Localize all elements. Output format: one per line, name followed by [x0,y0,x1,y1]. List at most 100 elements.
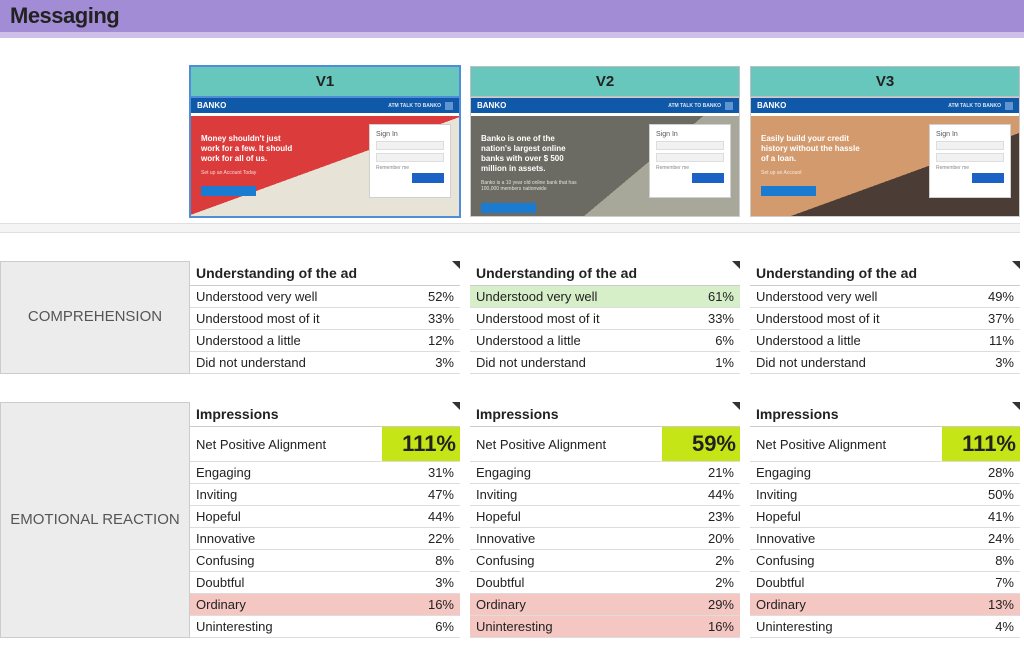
metric-label: Understood very well [196,289,406,304]
metric-label: Confusing [476,553,686,568]
metric-row: Did not understand3% [750,352,1020,374]
metric-row: Hopeful44% [190,506,460,528]
nav-text: ATM TALK TO BANKO [948,102,1013,110]
metric-value: 33% [406,311,454,326]
npa-row: Net Positive Alignment111% [750,427,1020,462]
metric-row: Ordinary13% [750,594,1020,616]
metric-row: Innovative24% [750,528,1020,550]
metric-value: 11% [966,333,1014,348]
metric-value: 41% [966,509,1014,524]
metric-label: Understood a little [756,333,966,348]
metric-value: 49% [966,289,1014,304]
metric-label: Inviting [756,487,966,502]
metric-value: 33% [686,311,734,326]
metric-value: 61% [686,289,734,304]
metric-label: Did not understand [476,355,686,370]
metric-value: 2% [686,575,734,590]
metric-label: Engaging [756,465,966,480]
thumbnail-v2[interactable]: BANKO ATM TALK TO BANKO Banko is one of … [470,97,740,217]
hero-tagline: Money shouldn't just work for a few. It … [191,116,301,216]
metric-label: Understood most of it [476,311,686,326]
metric-row: Uninteresting16% [470,616,740,638]
metric-row: Understood a little11% [750,330,1020,352]
section-header: Understanding of the ad [190,261,460,286]
metric-row: Confusing8% [190,550,460,572]
metric-value: 28% [966,465,1014,480]
metric-value: 23% [686,509,734,524]
metric-value: 47% [406,487,454,502]
metric-label: Hopeful [196,509,406,524]
metric-value: 6% [406,619,454,634]
signin-card: Sign In Remember me [369,124,451,198]
npa-value: 111% [942,427,1020,461]
metric-value: 21% [686,465,734,480]
metric-row: Doubtful2% [470,572,740,594]
metric-row: Understood most of it33% [190,308,460,330]
metric-label: Doubtful [756,575,966,590]
metric-label: Inviting [196,487,406,502]
metric-label: Innovative [476,531,686,546]
metric-value: 50% [966,487,1014,502]
metric-row: Understood a little6% [470,330,740,352]
metric-label: Inviting [476,487,686,502]
metric-row: Innovative20% [470,528,740,550]
npa-value: 111% [382,427,460,461]
row-label-emotional: EMOTIONAL REACTION [0,402,190,638]
metric-row: Understood a little12% [190,330,460,352]
metric-label: Hopeful [756,509,966,524]
metric-label: Innovative [196,531,406,546]
section-header: Impressions [190,402,460,427]
metric-row: Did not understand1% [470,352,740,374]
metric-label: Understood very well [756,289,966,304]
metric-row: Hopeful41% [750,506,1020,528]
brand-logo: BANKO [197,101,226,110]
metric-row: Understood very well49% [750,286,1020,308]
metric-row: Understood very well52% [190,286,460,308]
metric-label: Doubtful [196,575,406,590]
variant-header-v1[interactable]: V1 [190,66,460,97]
metric-row: Hopeful23% [470,506,740,528]
signin-card: Sign In Remember me [649,124,731,198]
cta-button [481,203,536,213]
section-header: Understanding of the ad [470,261,740,286]
metric-label: Doubtful [476,575,686,590]
npa-value: 59% [662,427,740,461]
brand-logo: BANKO [757,101,786,110]
metric-value: 22% [406,531,454,546]
metric-label: Understood a little [476,333,686,348]
metric-value: 16% [406,597,454,612]
nav-text: ATM TALK TO BANKO [668,102,733,110]
metric-value: 2% [686,553,734,568]
metric-row: Did not understand3% [190,352,460,374]
cta-button [201,186,256,196]
metric-value: 8% [966,553,1014,568]
metric-row: Inviting44% [470,484,740,506]
hero-tagline: Banko is one of the nation's largest onl… [471,116,581,216]
metric-label: Ordinary [196,597,406,612]
variant-header-v2[interactable]: V2 [470,66,740,97]
metric-value: 24% [966,531,1014,546]
thumbnail-v1[interactable]: BANKO ATM TALK TO BANKO Money shouldn't … [190,97,460,217]
metric-value: 3% [406,355,454,370]
variant-header-v3[interactable]: V3 [750,66,1020,97]
brand-logo: BANKO [477,101,506,110]
metric-label: Understood a little [196,333,406,348]
metric-value: 3% [966,355,1014,370]
metric-row: Inviting47% [190,484,460,506]
metric-value: 8% [406,553,454,568]
signin-card: Sign In Remember me [929,124,1011,198]
hero-tagline: Easily build your credit history without… [751,116,861,216]
cta-button [761,186,816,196]
metric-label: Engaging [196,465,406,480]
metric-value: 12% [406,333,454,348]
metric-label: Hopeful [476,509,686,524]
metric-value: 16% [686,619,734,634]
thumbnail-v3[interactable]: BANKO ATM TALK TO BANKO Easily build you… [750,97,1020,217]
section-header: Impressions [470,402,740,427]
metric-row: Uninteresting4% [750,616,1020,638]
metric-value: 6% [686,333,734,348]
metric-row: Understood very well61% [470,286,740,308]
metric-value: 7% [966,575,1014,590]
metric-value: 3% [406,575,454,590]
metric-value: 20% [686,531,734,546]
